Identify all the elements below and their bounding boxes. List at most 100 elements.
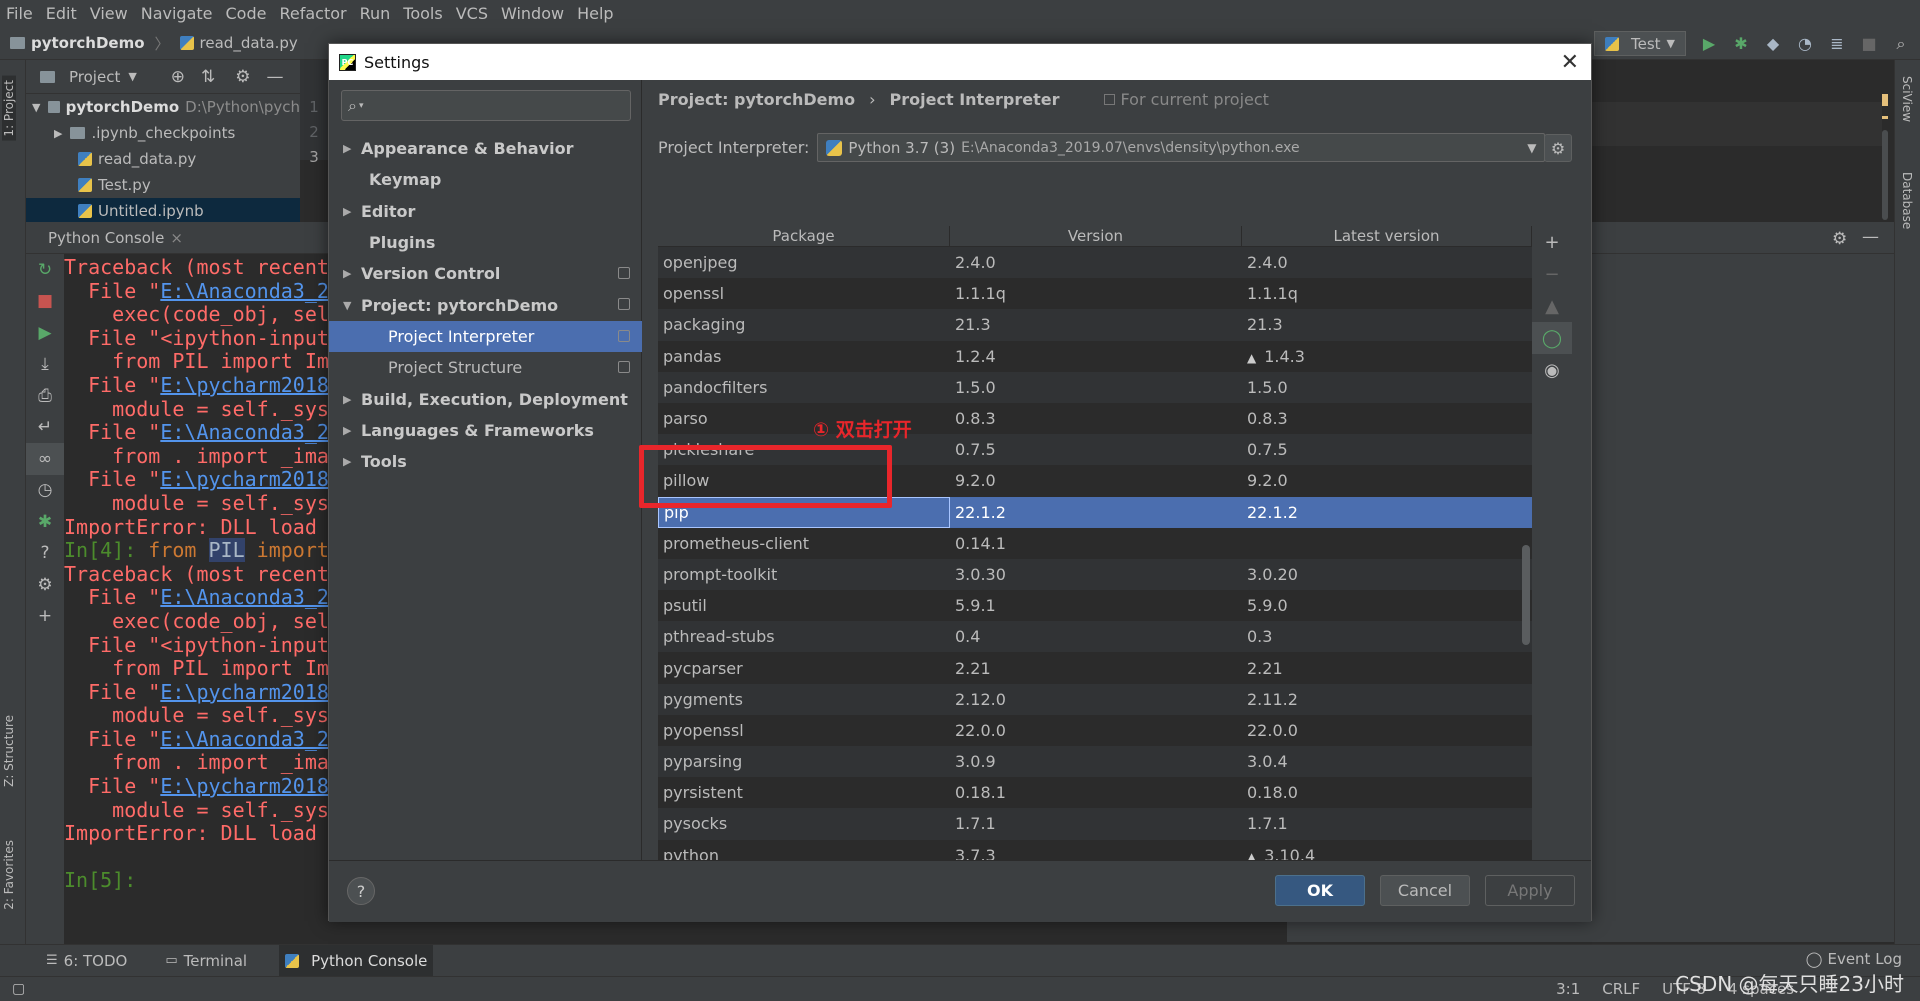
file-link[interactable]: E:\pycharm2018 [160, 467, 328, 492]
refresh-icon[interactable]: ◯ [1532, 322, 1572, 354]
chevron-down-icon[interactable]: ▼ [128, 70, 136, 83]
add-icon[interactable]: + [26, 601, 64, 633]
settings-nav-appearance-behavior[interactable]: ▶ Appearance & Behavior [329, 133, 642, 164]
tree-item[interactable]: Untitled.ipynb [26, 198, 300, 224]
table-row[interactable]: prompt-toolkit 3.0.30 3.0.20 [658, 558, 1532, 591]
help-button[interactable]: ? [347, 877, 375, 905]
settings-nav-version-control[interactable]: ▶ Version Control [329, 258, 642, 289]
cursor-position[interactable]: 3:1 [1556, 980, 1580, 998]
table-row[interactable]: pyrsistent 0.18.1 0.18.0 [658, 777, 1532, 808]
file-link[interactable]: E:\Anaconda3_2 [160, 727, 328, 751]
menu-item-run[interactable]: Run [360, 4, 391, 23]
layout-icon[interactable]: ▢ [12, 981, 25, 997]
menu-item-help[interactable]: Help [577, 4, 613, 23]
console-output[interactable]: Traceback (most recent File "E:\Anaconda… [64, 254, 328, 944]
file-link[interactable]: E:\Anaconda3_2 [160, 279, 328, 303]
settings-nav-project-pytorchdemo[interactable]: ▼ Project: pytorchDemo [329, 289, 642, 320]
menu-item-code[interactable]: Code [226, 4, 267, 23]
file-link[interactable]: E:\Anaconda3_2 [160, 420, 328, 444]
settings-nav-plugins[interactable]: Plugins [329, 227, 642, 258]
tree-root[interactable]: ▼ pytorchDemo D:\Python\pych [26, 94, 300, 120]
interpreter-settings-button[interactable]: ⚙ [1544, 134, 1572, 162]
settings-nav-tools[interactable]: ▶ Tools [329, 446, 642, 477]
debug-icon[interactable]: ✱ [1732, 34, 1750, 53]
apply-button[interactable]: Apply [1485, 875, 1575, 906]
table-row[interactable]: pandocfilters 1.5.0 1.5.0 [658, 371, 1532, 403]
menu-item-tools[interactable]: Tools [403, 4, 442, 23]
table-row[interactable]: prometheus-client 0.14.1 [658, 528, 1532, 559]
gear-icon[interactable]: ⚙ [1832, 229, 1847, 249]
scroll-end-icon[interactable]: ⤓ [26, 349, 64, 381]
line-separator[interactable]: CRLF [1602, 980, 1640, 998]
menu-item-window[interactable]: Window [501, 4, 564, 23]
run-icon[interactable]: ▶ [1700, 34, 1718, 53]
tab-python-console[interactable]: Python Console [48, 229, 164, 247]
concurrency-icon[interactable]: ≣ [1828, 34, 1846, 53]
table-row[interactable]: parso 0.8.3 0.8.3 [658, 403, 1532, 434]
rerun-icon[interactable]: ↻ [26, 254, 64, 286]
print-icon[interactable]: ⎙ [26, 380, 64, 412]
hide-icon[interactable]: — [267, 67, 284, 87]
run-icon[interactable]: ▶ [26, 317, 64, 349]
table-row[interactable]: openjpeg 2.4.0 2.4.0 [658, 247, 1532, 279]
menu-item-edit[interactable]: Edit [46, 4, 77, 23]
tab-structure[interactable]: Z: Structure [2, 715, 16, 787]
settings-nav-project-structure[interactable]: Project Structure [329, 352, 642, 383]
tab-python-console-bottom[interactable]: Python Console [279, 944, 434, 977]
ok-button[interactable]: OK [1275, 875, 1365, 906]
gear-icon[interactable]: ⚙ [26, 569, 64, 601]
add-package-icon[interactable]: + [1532, 226, 1572, 258]
stop-icon[interactable]: ■ [26, 286, 64, 318]
tab-database[interactable]: Database [1900, 172, 1914, 229]
table-row[interactable]: pycparser 2.21 2.21 [658, 652, 1532, 683]
table-row[interactable]: pandas 1.2.4 ▲ 1.4.3 [658, 341, 1532, 372]
table-row[interactable]: pyparsing 3.0.9 3.0.4 [658, 746, 1532, 778]
file-link[interactable]: E:\Anaconda3_2 [160, 585, 328, 610]
hide-icon[interactable]: — [1862, 227, 1879, 247]
tab-project[interactable]: 1: Project [2, 76, 16, 141]
search-icon[interactable]: ⌕ [1892, 34, 1910, 53]
breadcrumb-file[interactable]: read_data.py [179, 34, 298, 52]
column-header[interactable]: Package [658, 226, 950, 246]
settings-nav-languages-frameworks[interactable]: ▶ Languages & Frameworks [329, 415, 642, 446]
settings-nav-editor[interactable]: ▶ Editor [329, 196, 642, 227]
coverage-icon[interactable]: ◆ [1764, 34, 1782, 53]
stop-icon[interactable]: ■ [1860, 34, 1878, 53]
table-row[interactable]: psutil 5.9.1 5.9.0 [658, 590, 1532, 621]
file-link[interactable]: E:\pycharm2018 [160, 680, 328, 704]
show-variables-icon[interactable]: ∞ [26, 443, 64, 475]
collapse-icon[interactable]: ⇅ [201, 67, 215, 87]
upgrade-icon[interactable]: ▲ [1532, 290, 1572, 322]
menu-item-vcs[interactable]: VCS [456, 4, 488, 23]
tab-sciview[interactable]: SciView [1900, 76, 1914, 122]
cancel-button[interactable]: Cancel [1380, 875, 1470, 906]
column-header[interactable]: Version [950, 226, 1242, 246]
menu-item-navigate[interactable]: Navigate [141, 4, 213, 23]
help-icon[interactable]: ? [26, 538, 64, 570]
file-link[interactable]: E:\pycharm2018 [160, 373, 328, 397]
table-row[interactable]: pygments 2.12.0 2.11.2 [658, 683, 1532, 715]
menu-item-view[interactable]: View [90, 4, 128, 23]
eye-icon[interactable]: ◉ [1532, 354, 1572, 386]
tab-terminal[interactable]: ▭ Terminal [159, 945, 253, 977]
table-row[interactable]: openssl 1.1.1q 1.1.1q [658, 278, 1532, 309]
profile-icon[interactable]: ◔ [1796, 34, 1814, 53]
event-log[interactable]: ◯ Event Log [1806, 950, 1902, 968]
column-header[interactable]: Latest version [1242, 226, 1532, 246]
editor-scrollbar[interactable] [1882, 130, 1888, 220]
tree-item[interactable]: Test.py [26, 172, 300, 198]
table-scrollbar[interactable] [1522, 545, 1530, 645]
gear-icon[interactable]: ⚙ [235, 67, 250, 87]
interpreter-select[interactable]: Python 3.7 (3) E:\Anaconda3_2019.07\envs… [817, 133, 1546, 162]
settings-nav-project-interpreter[interactable]: Project Interpreter [329, 320, 642, 353]
tab-favorites[interactable]: 2: Favorites [2, 840, 16, 910]
menu-item-file[interactable]: File [6, 4, 33, 23]
debug-icon[interactable]: ✱ [26, 506, 64, 538]
file-link[interactable]: E:\pycharm2018 [160, 774, 328, 798]
table-row[interactable]: pysocks 1.7.1 1.7.1 [658, 808, 1532, 840]
settings-nav-keymap[interactable]: Keymap [329, 164, 642, 195]
close-icon[interactable]: × [170, 229, 183, 247]
tree-item[interactable]: ▶ .ipynb_checkpoints [26, 120, 300, 146]
history-icon[interactable]: ◷ [26, 475, 64, 507]
table-row[interactable]: pyopenssl 22.0.0 22.0.0 [658, 715, 1532, 746]
